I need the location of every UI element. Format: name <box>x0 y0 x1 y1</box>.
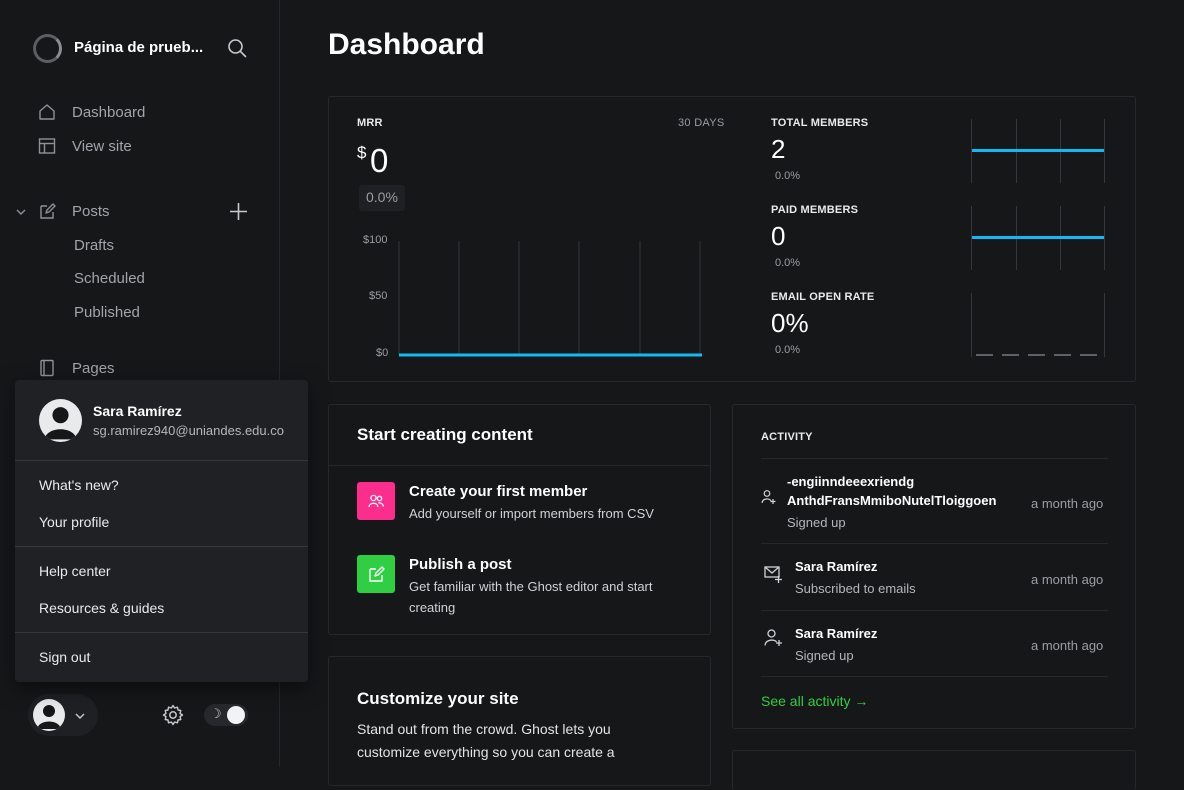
nav-drafts[interactable]: Drafts <box>74 237 114 254</box>
publish-tile <box>357 555 395 593</box>
activity-time: a month ago <box>1031 572 1104 587</box>
sparkline-line <box>972 236 1104 239</box>
user-add-icon <box>764 629 782 646</box>
y-tick: $100 <box>363 234 388 246</box>
chevron-down-icon[interactable] <box>15 206 27 218</box>
overview-card: MRR 30 DAYS $ 0 0.0% $100 $50 $0 TOTAL M… <box>328 96 1136 382</box>
menu-help-center[interactable]: Help center <box>39 563 111 579</box>
divider <box>15 632 308 633</box>
metric-label: TOTAL MEMBERS <box>771 117 869 129</box>
user-popup-menu: Sara Ramírez sg.ramirez940@uniandes.edu.… <box>15 380 308 682</box>
avatar <box>33 699 65 731</box>
page-title: Dashboard <box>328 28 485 61</box>
site-logo-icon[interactable] <box>33 34 62 63</box>
customize-desc: Stand out from the crowd. Ghost lets you… <box>357 721 615 760</box>
user-menu-button[interactable] <box>28 694 98 736</box>
activity-action: Signed up <box>795 648 854 663</box>
moon-icon: ☽ <box>210 706 222 721</box>
edit-icon <box>369 566 385 582</box>
publish-post-desc: Get familiar with the Ghost editor and s… <box>409 579 653 615</box>
menu-resources-guides[interactable]: Resources & guides <box>39 600 164 616</box>
nav-view-site-label: View site <box>72 137 132 155</box>
edit-icon <box>40 203 56 219</box>
nav-scheduled[interactable]: Scheduled <box>74 270 145 287</box>
activity-time: a month ago <box>1031 496 1104 511</box>
layout-icon <box>38 138 56 154</box>
create-member-desc: Add yourself or import members from CSV <box>409 506 654 521</box>
period-label: 30 DAYS <box>678 117 725 129</box>
metric-change: 0.0% <box>775 257 801 269</box>
divider <box>761 543 1108 544</box>
nav-view-site[interactable]: View site <box>38 137 132 155</box>
site-title[interactable]: Página de prueb... <box>74 39 203 56</box>
home-icon <box>39 104 55 120</box>
activity-member-name[interactable]: Sara Ramírez <box>795 624 877 643</box>
divider <box>329 465 710 466</box>
y-tick: $50 <box>369 290 388 302</box>
metric-label: PAID MEMBERS <box>771 204 859 216</box>
metric-value: 0 <box>771 221 786 251</box>
activity-title: ACTIVITY <box>761 431 813 443</box>
start-creating-card: Start creating content Create your first… <box>328 404 711 635</box>
members-tile <box>357 482 395 520</box>
chevron-down-icon <box>75 713 85 719</box>
nav-posts-label: Posts <box>72 202 110 220</box>
nav-pages[interactable]: Pages <box>38 359 115 377</box>
y-tick: $0 <box>376 347 389 359</box>
metric-value: 0% <box>771 308 809 338</box>
metric-change: 0.0% <box>775 170 801 182</box>
card-title: Customize your site <box>357 689 519 708</box>
avatar <box>39 399 82 442</box>
activity-card: ACTIVITY -engiinndeeexriendg AnthdFransM… <box>732 404 1136 729</box>
plus-icon[interactable] <box>229 202 248 221</box>
mail-plus-icon <box>764 566 782 583</box>
divider <box>761 676 1108 677</box>
metric-sparkline <box>971 293 1105 357</box>
activity-time: a month ago <box>1031 638 1104 653</box>
metric-sparkline <box>971 119 1105 183</box>
menu-your-profile[interactable]: Your profile <box>39 514 109 530</box>
menu-whats-new[interactable]: What's new? <box>39 477 119 493</box>
mrr-change-badge: 0.0% <box>359 185 405 211</box>
mrr-value: 0 <box>370 142 389 179</box>
activity-action: Signed up <box>787 515 846 530</box>
nav-pages-label: Pages <box>72 359 115 377</box>
page-icon <box>40 359 54 377</box>
members-icon <box>368 494 385 508</box>
publish-post-title[interactable]: Publish a post <box>409 556 512 573</box>
activity-member-name[interactable]: -engiinndeeexriendg AnthdFransMmiboNutel… <box>787 472 1017 510</box>
metric-change: 0.0% <box>775 344 801 356</box>
nav-published[interactable]: Published <box>74 304 140 321</box>
search-icon[interactable] <box>227 38 247 58</box>
activity-action: Subscribed to emails <box>795 581 916 596</box>
activity-member-name[interactable]: Sara Ramírez <box>795 557 877 576</box>
next-card <box>732 750 1136 790</box>
metric-sparkline <box>971 206 1105 270</box>
sparkline-line <box>976 354 1100 356</box>
divider <box>15 546 308 547</box>
see-all-activity-link[interactable]: See all activity → <box>761 693 868 709</box>
user-email: sg.ramirez940@uniandes.edu.co <box>93 423 284 438</box>
mrr-label: MRR <box>357 117 383 129</box>
divider <box>761 458 1108 459</box>
divider <box>15 460 308 461</box>
card-title: Start creating content <box>357 425 533 444</box>
toggle-knob <box>227 706 245 724</box>
divider <box>761 610 1108 611</box>
metric-label: EMAIL OPEN RATE <box>771 291 875 303</box>
gear-icon[interactable] <box>162 704 184 726</box>
dark-mode-toggle[interactable]: ☽ <box>204 704 248 726</box>
menu-sign-out[interactable]: Sign out <box>39 649 90 665</box>
mrr-chart <box>398 241 702 357</box>
user-add-icon <box>761 490 776 504</box>
metric-value: 2 <box>771 134 786 164</box>
nav-posts[interactable]: Posts <box>38 202 110 220</box>
nav-dashboard-label: Dashboard <box>72 103 146 121</box>
create-member-title[interactable]: Create your first member <box>409 483 587 500</box>
nav-dashboard[interactable]: Dashboard <box>38 103 145 121</box>
currency-symbol: $ <box>357 143 367 162</box>
user-name: Sara Ramírez <box>93 403 182 419</box>
sparkline-line <box>972 149 1104 152</box>
